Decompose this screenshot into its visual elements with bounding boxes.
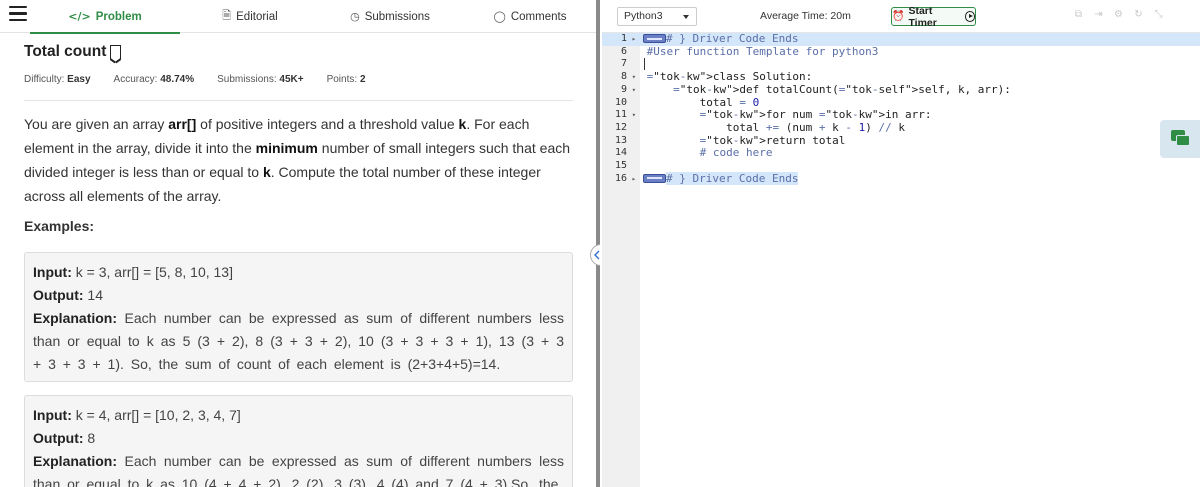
chevron-down-icon bbox=[683, 15, 689, 19]
language-value: Python3 bbox=[624, 10, 663, 22]
example-input: Input: k = 4, arr[] = [10, 2, 3, 4, 7] bbox=[33, 407, 241, 423]
comment-icon: ◯ bbox=[493, 10, 506, 23]
code-line[interactable]: total += (num + k - 1) // k bbox=[640, 121, 1200, 135]
line-number: 13 bbox=[614, 134, 627, 146]
fold-open-icon[interactable]: ▾ bbox=[632, 109, 636, 122]
example-explanation: Explanation: Each number can be expresse… bbox=[33, 453, 565, 487]
tab-comments[interactable]: ◯ Comments bbox=[460, 0, 596, 33]
line-number: 6 bbox=[620, 45, 627, 57]
menu-icon[interactable] bbox=[9, 6, 27, 24]
divider bbox=[24, 100, 573, 101]
code-area[interactable]: # } Driver Code Ends #User function Temp… bbox=[640, 32, 1200, 487]
code-line[interactable]: ="tok-kw">class Solution: bbox=[640, 70, 1200, 84]
play-icon bbox=[964, 11, 975, 22]
example-box: Input: k = 4, arr[] = [10, 2, 3, 4, 7] O… bbox=[24, 395, 573, 487]
code-icon: </> bbox=[68, 10, 91, 23]
code-editor[interactable]: 1 ▸ 6 7 8 ▾ 9 ▾ 10 11 ▾ 12 13 14 15 16 ▸ # } Driver Code… bbox=[602, 32, 1200, 487]
chat-icon-bubble bbox=[1176, 135, 1190, 146]
line-number: 9 ▾ bbox=[620, 83, 636, 97]
example-explanation: Explanation: Each number can be expresse… bbox=[33, 310, 565, 372]
editor-pane: Python3 Average Time: 20m ⏰ Start Timer … bbox=[600, 0, 1200, 487]
fold-open-icon[interactable]: ▾ bbox=[632, 84, 636, 97]
problem-meta: Difficulty: Easy Accuracy: 48.74% Submis… bbox=[24, 74, 389, 85]
example-output: Output: 14 bbox=[33, 287, 103, 303]
average-time: Average Time: 20m bbox=[760, 10, 851, 22]
examples-heading: Examples: bbox=[24, 218, 95, 234]
tab-submissions[interactable]: ◷ Submissions bbox=[320, 0, 460, 33]
problem-description: You are given an array arr[] of positive… bbox=[24, 116, 571, 204]
code-line[interactable]: # code here bbox=[640, 146, 1200, 160]
example-input: Input: k = 3, arr[] = [5, 8, 10, 13] bbox=[33, 264, 233, 280]
reset-icon[interactable]: ↻ bbox=[1133, 9, 1144, 20]
example-box: Input: k = 3, arr[] = [5, 8, 10, 13] Out… bbox=[24, 252, 573, 382]
line-number: 14 bbox=[614, 147, 627, 159]
line-number: 7 bbox=[620, 58, 627, 70]
document-icon: 🗎 bbox=[222, 9, 232, 22]
code-line[interactable]: #User function Template for python3 bbox=[640, 45, 1200, 59]
line-number: 15 bbox=[614, 160, 627, 171]
start-timer-button[interactable]: ⏰ Start Timer bbox=[891, 4, 976, 29]
editor-toolbar: Python3 Average Time: 20m ⏰ Start Timer … bbox=[600, 0, 1200, 32]
accuracy: Accuracy: 48.74% bbox=[113, 74, 195, 85]
fold-closed-icon[interactable]: ▸ bbox=[632, 173, 636, 186]
start-timer-label: Start Timer bbox=[908, 4, 937, 29]
clock-icon: ◷ bbox=[350, 10, 360, 23]
tab-label: Comments bbox=[510, 10, 567, 23]
line-number: 12 bbox=[614, 121, 627, 133]
editor-actions: ⧉ ⇥ ⚙ ↻ ⤡ bbox=[1073, 9, 1164, 20]
tab-editorial[interactable]: 🗎 Editorial bbox=[180, 0, 320, 33]
submissions-count: Submissions: 45K+ bbox=[217, 74, 304, 85]
example-output: Output: 8 bbox=[33, 430, 96, 446]
alarm-icon: ⏰ bbox=[892, 11, 905, 22]
difficulty: Difficulty: Easy bbox=[24, 74, 91, 85]
tab-label: Editorial bbox=[236, 10, 278, 23]
problem-title: Total count bbox=[24, 43, 107, 60]
page-title: Total count bbox=[24, 43, 122, 61]
code-line[interactable]: # } Driver Code Ends bbox=[640, 171, 1200, 186]
fold-open-icon[interactable]: ▾ bbox=[632, 71, 636, 84]
copy-icon[interactable]: ⧉ bbox=[1073, 9, 1084, 20]
folded-code-marker[interactable] bbox=[643, 34, 666, 43]
fullscreen-icon[interactable]: ⤡ bbox=[1153, 9, 1164, 20]
line-number: 8 ▾ bbox=[620, 71, 636, 84]
tab-label: Submissions bbox=[364, 10, 430, 23]
tab-problem[interactable]: </> Problem bbox=[30, 0, 180, 34]
chat-button[interactable] bbox=[1160, 120, 1200, 158]
text-cursor bbox=[644, 58, 645, 71]
code-line[interactable]: ="tok-kw">for num ="tok-kw">in arr: bbox=[640, 108, 1200, 122]
line-number: 11 ▾ bbox=[614, 109, 636, 122]
import-icon[interactable]: ⇥ bbox=[1093, 9, 1104, 20]
line-number: 1 ▸ bbox=[602, 33, 640, 46]
language-select[interactable]: Python3 bbox=[617, 7, 697, 26]
points: Points: 2 bbox=[326, 74, 366, 85]
bookmark-icon[interactable] bbox=[110, 45, 122, 59]
folded-code-marker[interactable] bbox=[643, 173, 666, 183]
line-gutter: 1 ▸ 6 7 8 ▾ 9 ▾ 10 11 ▾ 12 13 14 15 16 ▸ bbox=[602, 33, 640, 487]
fold-closed-icon[interactable]: ▸ bbox=[632, 33, 636, 46]
problem-pane: </> Problem 🗎 Editorial ◷ Submissions ◯ … bbox=[0, 0, 596, 487]
line-number: 16 ▸ bbox=[614, 172, 636, 186]
problem-tabbar: </> Problem 🗎 Editorial ◷ Submissions ◯ … bbox=[0, 0, 596, 34]
line-number: 10 bbox=[614, 96, 627, 108]
code-line[interactable]: ="tok-kw">def totalCount(="tok-self">sel… bbox=[640, 83, 1200, 97]
settings-icon[interactable]: ⚙ bbox=[1113, 9, 1124, 20]
tab-label: Problem bbox=[95, 10, 142, 23]
